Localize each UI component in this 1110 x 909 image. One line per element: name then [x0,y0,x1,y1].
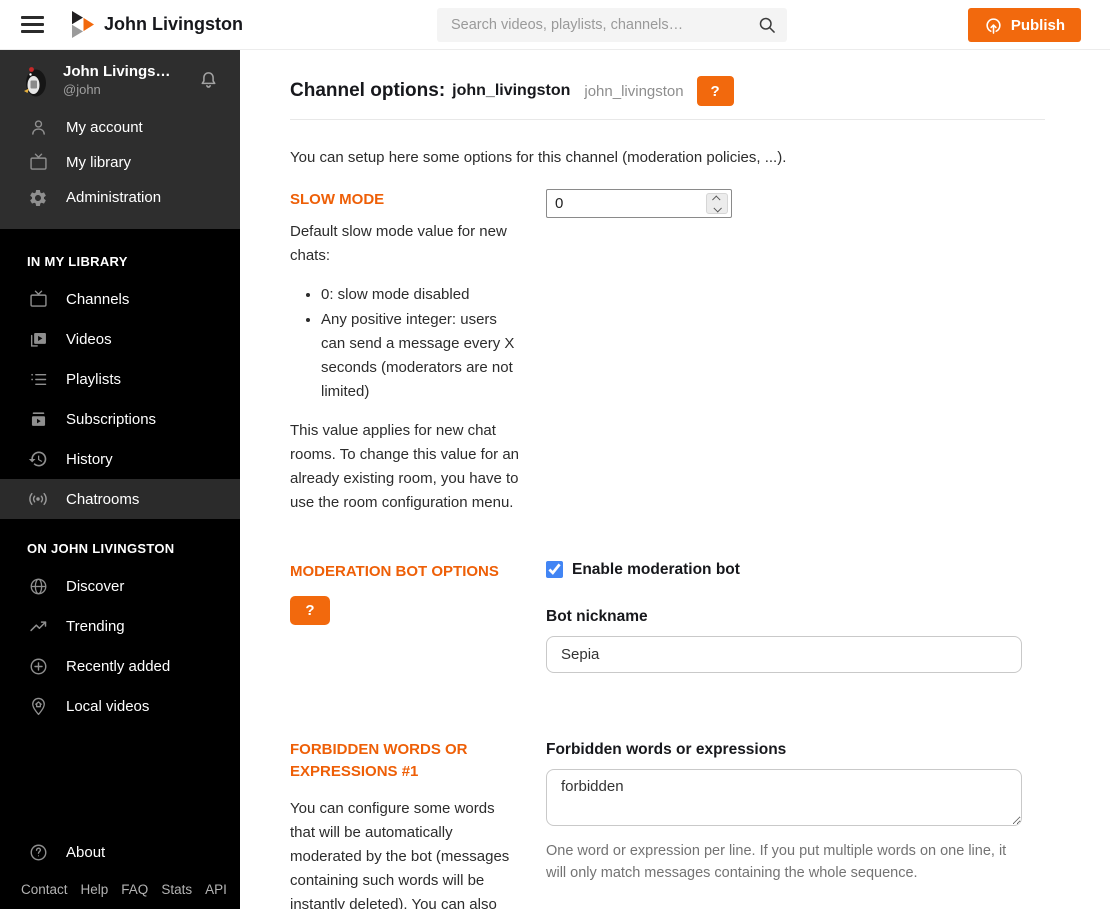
slow-mode-field [546,189,732,218]
spinner-down-icon[interactable] [713,203,722,213]
channel-options-help-button[interactable]: ? [696,76,734,106]
instance-title[interactable]: John Livingston [104,14,243,35]
slow-mode-bullets: 0: slow mode disabled Any positive integ… [290,283,520,404]
channel-handle: john_livingston [584,82,684,100]
bot-nickname-label: Bot nickname [546,607,648,625]
sidebar-item-discover[interactable]: Discover [0,566,240,606]
sidebar-item-trending[interactable]: Trending [0,606,240,646]
search-icon[interactable] [757,15,777,35]
sidebar-item-channels[interactable]: Channels [0,279,240,319]
section-header-on-instance: ON JOHN LIVINGSTON [27,541,175,556]
slow-mode-bullet: Any positive integer: users can send a m… [321,308,520,404]
forbidden-words-textarea[interactable]: forbidden [546,768,1022,826]
slow-mode-title: SLOW MODE [290,191,385,208]
playlist-icon [27,369,49,390]
sidebar-footer: Contact Help FAQ Stats API [0,882,240,909]
user-name: John Livings… [63,63,171,80]
forbidden-words-title: FORBIDDEN WORDS OR EXPRESSIONS #1 [290,740,468,780]
footer-link-stats[interactable]: Stats [161,882,192,897]
sidebar-item-subscriptions[interactable]: Subscriptions [0,399,240,439]
slow-mode-note: This value applies for new chat rooms. T… [290,421,520,511]
home-pin-icon [27,696,49,717]
tv-icon [27,289,49,310]
menu-toggle-icon[interactable] [21,16,44,33]
page-title: Channel options: [290,80,446,101]
chatrooms-icon [27,488,49,510]
slow-mode-description: Default slow mode value for new chats: [290,222,507,264]
slow-mode-bullet: 0: slow mode disabled [321,283,520,307]
gear-icon [27,188,49,208]
sidebar-item-playlists[interactable]: Playlists [0,359,240,399]
sidebar-item-videos[interactable]: Videos [0,319,240,359]
sidebar-item-recently-added[interactable]: Recently added [0,646,240,686]
sidebar-item-local-videos[interactable]: Local videos [0,686,240,726]
videos-icon [27,329,49,350]
avatar [18,64,52,98]
user-handle: @john [63,81,101,97]
plus-circle-icon [27,656,49,677]
trending-icon [27,616,49,637]
slow-mode-input[interactable] [546,189,732,218]
page-header: Channel options: john_livingston john_li… [290,76,1045,106]
slow-mode-section: SLOW MODE Default slow mode value for ne… [290,189,1045,515]
user-icon [27,117,49,138]
spinner-up-icon[interactable] [712,194,721,204]
sidebar-item-my-library[interactable]: My library [0,145,240,180]
footer-link-api[interactable]: API [205,882,227,897]
account-menu: My account My library Administration [0,104,240,229]
search-bar [437,8,787,42]
history-icon [27,449,49,469]
footer-link-help[interactable]: Help [81,882,109,897]
upload-icon [984,16,1003,35]
sidebar-item-about[interactable]: About [0,832,240,872]
user-block[interactable]: John Livings… @john [0,50,240,104]
intro-text: You can setup here some options for this… [290,149,787,166]
number-spinner[interactable] [706,193,728,214]
section-header-in-my-library: IN MY LIBRARY [27,254,128,269]
header-divider [290,119,1045,120]
publish-button[interactable]: Publish [967,8,1081,42]
enable-moderation-bot-row: Enable moderation bot [546,561,1022,579]
enable-moderation-bot-checkbox[interactable] [546,561,563,579]
footer-link-faq[interactable]: FAQ [121,882,148,897]
footer-link-contact[interactable]: Contact [21,882,68,897]
tv-icon [27,152,49,173]
moderation-bot-section: MODERATION BOT OPTIONS ? Enable moderati… [290,561,1045,673]
enable-moderation-bot-label: Enable moderation bot [572,560,740,578]
globe-icon [27,576,49,597]
moderation-bot-title: MODERATION BOT OPTIONS [290,562,499,580]
page-title-channel: john_livingston [452,82,571,99]
bot-nickname-input[interactable] [546,635,1022,673]
sidebar-item-chatrooms[interactable]: Chatrooms [0,479,240,519]
moderation-bot-help-button[interactable]: ? [290,595,330,625]
forbidden-words-help: One word or expression per line. If you … [546,842,1007,881]
sidebar: John Livings… @john My account My librar… [0,50,240,909]
subscriptions-icon [27,409,49,430]
main-content: Channel options: john_livingston john_li… [240,50,1110,909]
sidebar-item-administration[interactable]: Administration [0,180,240,215]
notifications-bell-icon[interactable] [195,67,222,94]
forbidden-words-section: FORBIDDEN WORDS OR EXPRESSIONS #1 You ca… [290,739,1045,909]
search-input[interactable] [437,8,787,42]
peertube-logo-icon[interactable] [71,11,94,38]
forbidden-words-label: Forbidden words or expressions [546,740,787,758]
sidebar-item-my-account[interactable]: My account [0,110,240,145]
question-circle-icon [27,842,49,863]
topbar: John Livingston Publish [0,0,1110,50]
sidebar-item-history[interactable]: History [0,439,240,479]
forbidden-words-description: You can configure some words that will b… [290,800,510,909]
